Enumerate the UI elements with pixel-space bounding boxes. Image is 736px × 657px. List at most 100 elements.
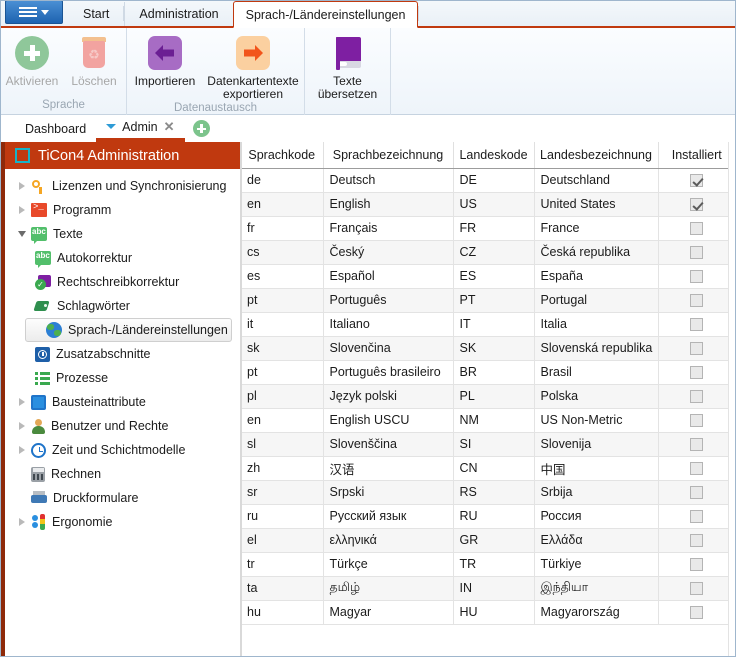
installiert-checkbox[interactable] bbox=[690, 414, 704, 428]
installiert-checkbox[interactable] bbox=[690, 222, 704, 236]
installiert-checkbox[interactable] bbox=[690, 606, 704, 620]
tree-item-12[interactable]: Rechnen bbox=[5, 462, 240, 486]
expander-collapsed-icon[interactable] bbox=[13, 518, 31, 526]
tree-item-2[interactable]: Texte bbox=[5, 222, 240, 246]
importieren-button[interactable]: Importieren bbox=[127, 32, 203, 88]
app-menu-button[interactable] bbox=[5, 1, 63, 24]
cell-installiert[interactable] bbox=[658, 600, 735, 625]
tree-item-3[interactable]: Autokorrektur bbox=[5, 246, 240, 270]
installiert-checkbox[interactable] bbox=[690, 534, 704, 548]
cell-installiert[interactable] bbox=[658, 312, 735, 337]
table-row[interactable]: en English US United States bbox=[241, 192, 735, 217]
ribbon-tab-0[interactable]: Start bbox=[69, 2, 123, 26]
add-tab-button[interactable] bbox=[192, 120, 210, 137]
cell-installiert[interactable] bbox=[658, 552, 735, 577]
table-row[interactable]: sl Slovenščina SI Slovenija bbox=[241, 432, 735, 457]
cell-installiert[interactable] bbox=[658, 384, 735, 409]
table-row[interactable]: cs Český CZ Česká republika bbox=[241, 240, 735, 265]
tree-item-9[interactable]: Bausteinattribute bbox=[5, 390, 240, 414]
expander-expanded-icon[interactable] bbox=[13, 231, 31, 237]
grid-column-header-2[interactable]: Landeskode bbox=[453, 142, 535, 169]
table-row[interactable]: es Español ES España bbox=[241, 264, 735, 289]
expander-collapsed-icon[interactable] bbox=[13, 446, 31, 454]
installiert-checkbox[interactable] bbox=[690, 270, 704, 284]
navigation-tree[interactable]: Lizenzen und Synchronisierung Programm Tex… bbox=[1, 169, 240, 656]
installiert-checkbox[interactable] bbox=[690, 462, 704, 476]
datenkartentexte-exportieren-button[interactable]: Datenkartentexte exportieren bbox=[203, 32, 303, 101]
cell-installiert[interactable] bbox=[658, 168, 735, 193]
cell-installiert[interactable] bbox=[658, 336, 735, 361]
installiert-checkbox[interactable] bbox=[690, 294, 704, 308]
installiert-checkbox[interactable] bbox=[690, 174, 704, 188]
table-row[interactable]: pt Português brasileiro BR Brasil bbox=[241, 360, 735, 385]
table-row[interactable]: it Italiano IT Italia bbox=[241, 312, 735, 337]
installiert-checkbox[interactable] bbox=[690, 390, 704, 404]
cell-installiert[interactable] bbox=[658, 456, 735, 481]
table-row[interactable]: hu Magyar HU Magyarország bbox=[241, 600, 735, 625]
expander-collapsed-icon[interactable] bbox=[13, 206, 31, 214]
cell-installiert[interactable] bbox=[658, 528, 735, 553]
installiert-checkbox[interactable] bbox=[690, 510, 704, 524]
installiert-checkbox[interactable] bbox=[690, 342, 704, 356]
table-row[interactable]: zh 汉语 CN 中国 bbox=[241, 456, 735, 481]
vertical-scrollbar[interactable] bbox=[728, 142, 735, 656]
tree-item-14[interactable]: Ergonomie bbox=[5, 510, 240, 534]
installiert-checkbox[interactable] bbox=[690, 438, 704, 452]
expander-collapsed-icon[interactable] bbox=[13, 182, 31, 190]
installiert-checkbox[interactable] bbox=[690, 582, 704, 596]
tree-item-1[interactable]: Programm bbox=[5, 198, 240, 222]
installiert-checkbox[interactable] bbox=[690, 558, 704, 572]
installiert-checkbox[interactable] bbox=[690, 486, 704, 500]
tree-item-11[interactable]: Zeit und Schichtmodelle bbox=[5, 438, 240, 462]
cell-installiert[interactable] bbox=[658, 432, 735, 457]
cell-installiert[interactable] bbox=[658, 216, 735, 241]
ribbon-tab-1[interactable]: Administration bbox=[124, 2, 232, 26]
tree-item-5[interactable]: Schlagwörter bbox=[5, 294, 240, 318]
tree-item-8[interactable]: Prozesse bbox=[5, 366, 240, 390]
expander-collapsed-icon[interactable] bbox=[13, 398, 31, 406]
cell-installiert[interactable] bbox=[658, 480, 735, 505]
cell-installiert[interactable] bbox=[658, 576, 735, 601]
ribbon-tab-2[interactable]: Sprach-/Ländereinstellungen bbox=[232, 1, 419, 28]
table-row[interactable]: tr Türkçe TR Türkiye bbox=[241, 552, 735, 577]
close-icon[interactable]: ✕ bbox=[164, 120, 175, 133]
grid-column-header-3[interactable]: Landesbezeichnung bbox=[534, 142, 659, 169]
table-row[interactable]: ru Русский язык RU Россия bbox=[241, 504, 735, 529]
grid-column-header-0[interactable]: Sprachkode bbox=[241, 142, 324, 169]
cell-installiert[interactable] bbox=[658, 240, 735, 265]
installiert-checkbox[interactable] bbox=[690, 246, 704, 260]
table-row[interactable]: el ελληνικά GR Ελλάδα bbox=[241, 528, 735, 553]
table-row[interactable]: sk Slovenčina SK Slovenská republika bbox=[241, 336, 735, 361]
tree-item-6[interactable]: Sprach-/Ländereinstellungen bbox=[25, 318, 232, 342]
table-row[interactable]: de Deutsch DE Deutschland bbox=[241, 168, 735, 193]
grid-column-header-1[interactable]: Sprachbezeichnung bbox=[323, 142, 454, 169]
installiert-checkbox[interactable] bbox=[690, 318, 704, 332]
table-row[interactable]: ta தமிழ் IN இந்தியா bbox=[241, 576, 735, 601]
cell-installiert[interactable] bbox=[658, 264, 735, 289]
cell-installiert[interactable] bbox=[658, 408, 735, 433]
chevron-down-icon[interactable] bbox=[106, 124, 117, 129]
tree-item-13[interactable]: Druckformulare bbox=[5, 486, 240, 510]
installiert-checkbox[interactable] bbox=[690, 366, 704, 380]
table-row[interactable]: sr Srpski RS Srbija bbox=[241, 480, 735, 505]
cell-installiert[interactable] bbox=[658, 360, 735, 385]
aktivieren-button[interactable]: Aktivieren bbox=[1, 32, 63, 88]
table-row[interactable]: pt Português PT Portugal bbox=[241, 288, 735, 313]
cell-installiert[interactable] bbox=[658, 504, 735, 529]
tree-item-0[interactable]: Lizenzen und Synchronisierung bbox=[5, 174, 240, 198]
table-row[interactable]: fr Français FR France bbox=[241, 216, 735, 241]
document-tab-1[interactable]: Admin ✕ bbox=[96, 115, 185, 142]
table-row[interactable]: pl Język polski PL Polska bbox=[241, 384, 735, 409]
grid-column-header-4[interactable]: Installiert bbox=[658, 142, 735, 169]
installiert-checkbox[interactable] bbox=[690, 198, 704, 212]
texte-uebersetzen-button[interactable]: Texte übersetzen bbox=[307, 32, 389, 101]
loeschen-button[interactable]: ♻ Löschen bbox=[63, 32, 125, 88]
expander-collapsed-icon[interactable] bbox=[13, 422, 31, 430]
tree-item-4[interactable]: Rechtschreibkorrektur bbox=[5, 270, 240, 294]
tree-item-7[interactable]: Zusatzabschnitte bbox=[5, 342, 240, 366]
table-row[interactable]: en English USCU NM US Non-Metric bbox=[241, 408, 735, 433]
cell-installiert[interactable] bbox=[658, 192, 735, 217]
document-tab-0[interactable]: Dashboard bbox=[15, 115, 96, 142]
cell-installiert[interactable] bbox=[658, 288, 735, 313]
tree-item-10[interactable]: Benutzer und Rechte bbox=[5, 414, 240, 438]
